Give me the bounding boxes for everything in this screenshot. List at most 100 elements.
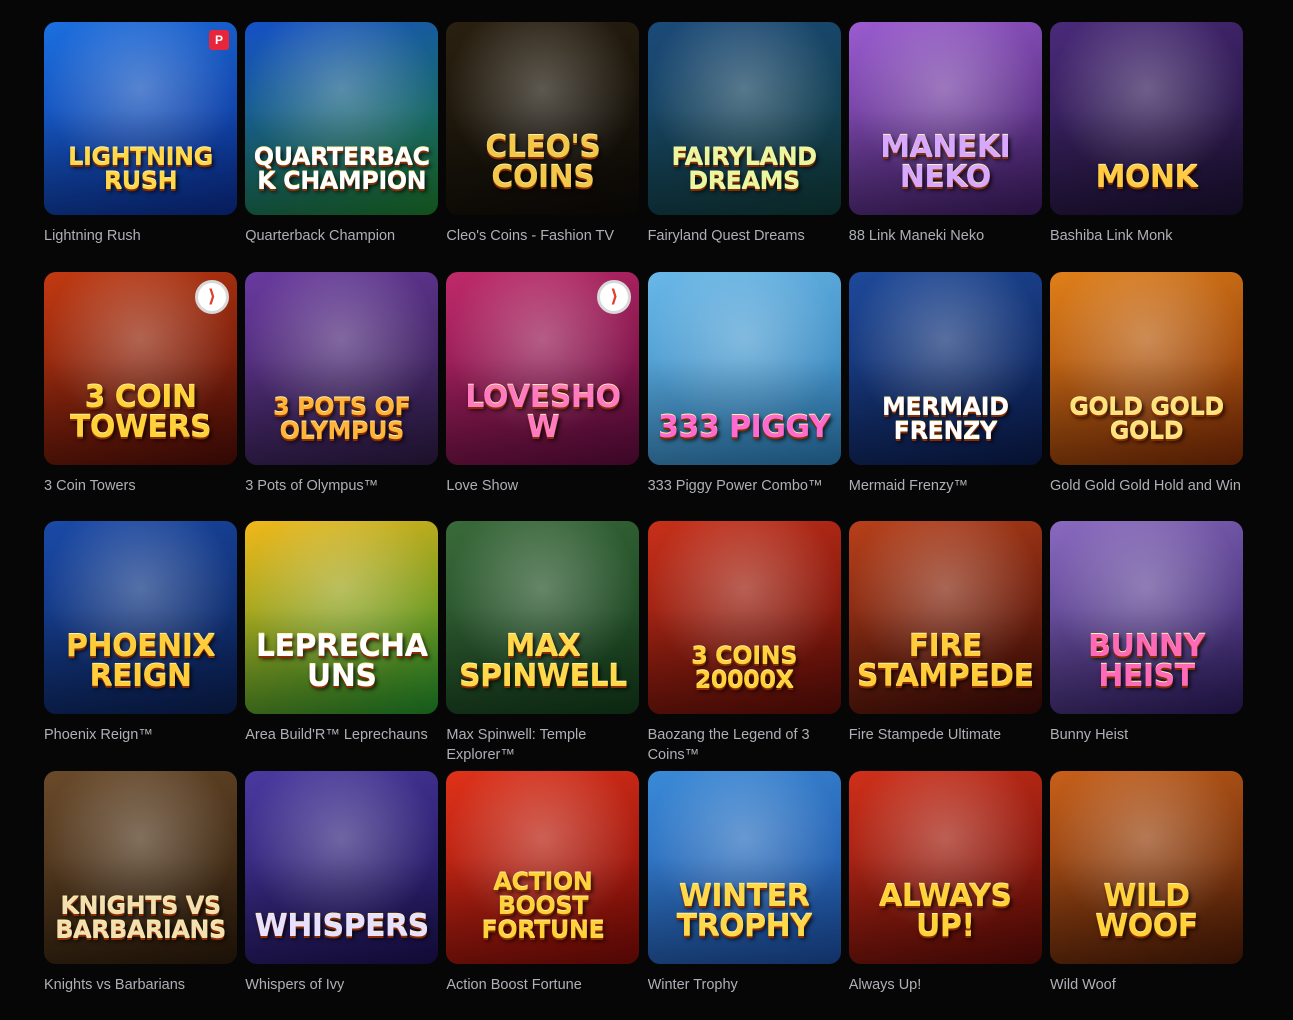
game-thumbnail[interactable]: Monk (1050, 22, 1243, 215)
game-logo-art: Mermaid Frenzy (849, 395, 1042, 465)
game-thumbnail[interactable]: Fairyland Dreams (648, 22, 841, 215)
game-title[interactable]: 3 Pots of Olympus™ (245, 476, 438, 496)
game-logo-art: Whispers (245, 912, 438, 964)
game-title[interactable]: 3 Coin Towers (44, 476, 237, 496)
game-title[interactable]: Quarterback Champion (245, 226, 438, 246)
game-thumbnail[interactable]: 333 Piggy (648, 272, 841, 465)
game-logo-art: Lightning Rush (44, 145, 237, 215)
game-title[interactable]: Area Build'R™ Leprechauns (245, 725, 438, 745)
game-logo-art: Winter Trophy (648, 882, 841, 964)
game-thumbnail[interactable]: Whispers (245, 771, 438, 964)
game-logo-art: Wild Woof (1050, 882, 1243, 964)
game-title[interactable]: Mermaid Frenzy™ (849, 476, 1042, 496)
game-tile[interactable]: 3 Coin Towers ⟩ 3 Coin Towers (44, 272, 237, 522)
game-tile[interactable]: Quarterback Champion Quarterback Champio… (245, 22, 438, 272)
game-thumbnail[interactable]: Mermaid Frenzy (849, 272, 1042, 465)
game-tile[interactable]: Fairyland Dreams Fairyland Quest Dreams (648, 22, 841, 272)
game-title[interactable]: Cleo's Coins - Fashion TV (446, 226, 639, 246)
game-thumbnail[interactable]: Quarterback Champion (245, 22, 438, 215)
game-tile[interactable]: Wild Woof Wild Woof (1050, 771, 1243, 1020)
game-title[interactable]: 333 Piggy Power Combo™ (648, 476, 841, 496)
game-title[interactable]: Phoenix Reign™ (44, 725, 237, 745)
game-tile[interactable]: Fire Stampede Fire Stampede Ultimate (849, 521, 1042, 771)
game-title[interactable]: Always Up! (849, 975, 1042, 995)
game-tile[interactable]: Cleo's Coins Cleo's Coins - Fashion TV (446, 22, 639, 272)
game-title[interactable]: Max Spinwell: Temple Explorer™ (446, 725, 639, 765)
game-thumbnail[interactable]: Always Up! (849, 771, 1042, 964)
game-logo-art: 333 Piggy (648, 413, 841, 465)
game-tile[interactable]: 333 Piggy 333 Piggy Power Combo™ (648, 272, 841, 522)
game-thumbnail[interactable]: Action Boost Fortune (446, 771, 639, 964)
game-logo-art: Max Spinwell (446, 632, 639, 714)
game-logo-art: Phoenix Reign (44, 632, 237, 714)
game-logo-art: Fire Stampede (849, 632, 1042, 714)
game-thumbnail[interactable]: Leprechauns (245, 521, 438, 714)
game-title[interactable]: Action Boost Fortune (446, 975, 639, 995)
game-logo-art: Quarterback Champion (245, 145, 438, 215)
provider-badge-icon: ⟩ (195, 280, 229, 314)
game-title[interactable]: Fairyland Quest Dreams (648, 226, 841, 246)
game-logo-art: Monk (1050, 163, 1243, 215)
game-tile[interactable]: Whispers Whispers of Ivy (245, 771, 438, 1020)
provider-badge-icon: ⟩ (597, 280, 631, 314)
game-logo-art: 3 Coins 20000X (648, 644, 841, 714)
game-logo-art: Bunny Heist (1050, 632, 1243, 714)
game-logo-art: Knights vs Barbarians (44, 894, 237, 964)
game-thumbnail[interactable]: Lightning Rush P (44, 22, 237, 215)
game-tile[interactable]: Always Up! Always Up! (849, 771, 1042, 1020)
game-logo-art: Action Boost Fortune (446, 870, 639, 964)
game-thumbnail[interactable]: Wild Woof (1050, 771, 1243, 964)
game-thumbnail[interactable]: 3 Coin Towers ⟩ (44, 272, 237, 465)
game-logo-art: Cleo's Coins (446, 133, 639, 215)
game-tile[interactable]: 3 Coins 20000X Baozang the Legend of 3 C… (648, 521, 841, 771)
game-title[interactable]: Wild Woof (1050, 975, 1243, 995)
game-tile[interactable]: Action Boost Fortune Action Boost Fortun… (446, 771, 639, 1020)
game-logo-art: Gold Gold Gold (1050, 395, 1243, 465)
provider-badge-icon: P (209, 30, 229, 50)
game-logo-art: Fairyland Dreams (648, 145, 841, 215)
game-title[interactable]: Lightning Rush (44, 226, 237, 246)
game-thumbnail[interactable]: Winter Trophy (648, 771, 841, 964)
game-title[interactable]: Baozang the Legend of 3 Coins™ (648, 725, 841, 765)
game-logo-art: Always Up! (849, 882, 1042, 964)
game-tile[interactable]: Lightning Rush P Lightning Rush (44, 22, 237, 272)
game-title[interactable]: Fire Stampede Ultimate (849, 725, 1042, 745)
game-logo-art: Leprechauns (245, 632, 438, 714)
game-title[interactable]: Gold Gold Gold Hold and Win (1050, 476, 1243, 496)
game-thumbnail[interactable]: Loveshow ⟩ (446, 272, 639, 465)
game-thumbnail[interactable]: Phoenix Reign (44, 521, 237, 714)
game-thumbnail[interactable]: Bunny Heist (1050, 521, 1243, 714)
game-thumbnail[interactable]: Fire Stampede (849, 521, 1042, 714)
game-logo-art: Loveshow (446, 383, 639, 465)
game-logo-art: 3 Coin Towers (44, 383, 237, 465)
game-title[interactable]: Whispers of Ivy (245, 975, 438, 995)
game-tile[interactable]: Leprechauns Area Build'R™ Leprechauns (245, 521, 438, 771)
game-tile[interactable]: Gold Gold Gold Gold Gold Gold Hold and W… (1050, 272, 1243, 522)
game-title[interactable]: Winter Trophy (648, 975, 841, 995)
game-thumbnail[interactable]: Knights vs Barbarians (44, 771, 237, 964)
game-logo-art: Maneki Neko (849, 133, 1042, 215)
game-tile[interactable]: 3 Pots of Olympus 3 Pots of Olympus™ (245, 272, 438, 522)
game-tile[interactable]: Bunny Heist Bunny Heist (1050, 521, 1243, 771)
game-thumbnail[interactable]: Gold Gold Gold (1050, 272, 1243, 465)
game-title[interactable]: Bashiba Link Monk (1050, 226, 1243, 246)
game-tile[interactable]: Phoenix Reign Phoenix Reign™ (44, 521, 237, 771)
game-tile[interactable]: Loveshow ⟩ Love Show (446, 272, 639, 522)
game-title[interactable]: 88 Link Maneki Neko (849, 226, 1042, 246)
game-thumbnail[interactable]: 3 Coins 20000X (648, 521, 841, 714)
game-tile[interactable]: Mermaid Frenzy Mermaid Frenzy™ (849, 272, 1042, 522)
game-title[interactable]: Bunny Heist (1050, 725, 1243, 745)
game-grid: Lightning Rush P Lightning Rush Quarterb… (44, 22, 1243, 1020)
game-tile[interactable]: Knights vs Barbarians Knights vs Barbari… (44, 771, 237, 1020)
game-tile[interactable]: Maneki Neko 88 Link Maneki Neko (849, 22, 1042, 272)
game-tile[interactable]: Max Spinwell Max Spinwell: Temple Explor… (446, 521, 639, 771)
game-thumbnail[interactable]: Maneki Neko (849, 22, 1042, 215)
game-logo-art: 3 Pots of Olympus (245, 395, 438, 465)
game-tile[interactable]: Monk Bashiba Link Monk (1050, 22, 1243, 272)
game-thumbnail[interactable]: Max Spinwell (446, 521, 639, 714)
game-tile[interactable]: Winter Trophy Winter Trophy (648, 771, 841, 1020)
game-title[interactable]: Love Show (446, 476, 639, 496)
game-title[interactable]: Knights vs Barbarians (44, 975, 237, 995)
game-thumbnail[interactable]: Cleo's Coins (446, 22, 639, 215)
game-thumbnail[interactable]: 3 Pots of Olympus (245, 272, 438, 465)
